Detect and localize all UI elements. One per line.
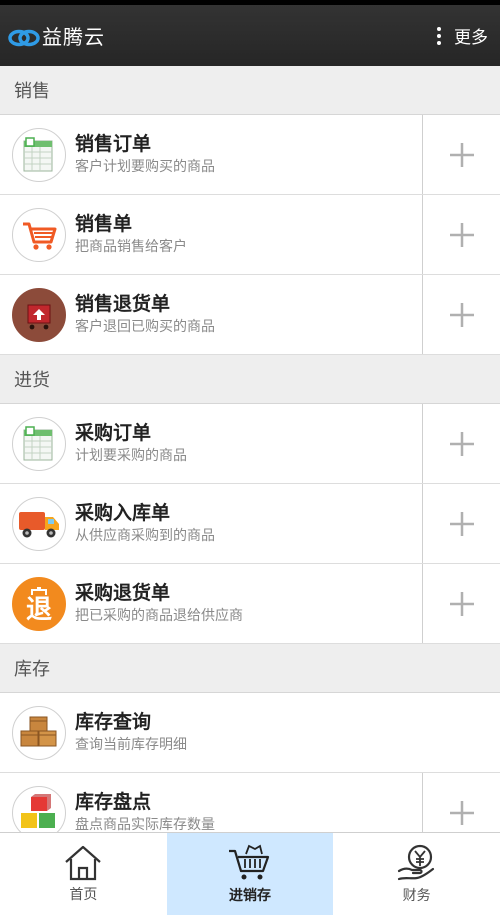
tab-home[interactable]: 首页 — [0, 833, 167, 915]
item-subtitle: 客户计划要购买的商品 — [75, 159, 215, 175]
item-subtitle: 计划要采购的商品 — [75, 448, 187, 464]
item-subtitle: 把已采购的商品退给供应商 — [75, 608, 243, 624]
list-item: 采购订单 计划要采购的商品 — [0, 404, 500, 484]
sales-return-item[interactable]: 销售退货单 客户退回已购买的商品 — [0, 275, 423, 354]
list-item: 退 采购退货单 把已采购的商品退给供应商 — [0, 564, 500, 644]
add-sales-return-button[interactable] — [423, 275, 500, 354]
shopping-cart-icon — [12, 207, 66, 262]
item-subtitle: 从供应商采购到的商品 — [75, 528, 215, 544]
return-cart-icon — [12, 287, 66, 342]
add-stock-take-button[interactable] — [423, 773, 500, 832]
list-item: 销售单 把商品销售给客户 — [0, 195, 500, 275]
inventory-query-item[interactable]: 库存查询 查询当前库存明细 — [0, 693, 500, 772]
plus-icon — [449, 302, 474, 327]
tab-label: 进销存 — [229, 888, 271, 904]
stock-take-item[interactable]: 库存盘点 盘点商品实际库存数量 — [0, 773, 423, 832]
sales-slip-item[interactable]: 销售单 把商品销售给客户 — [0, 195, 423, 274]
item-subtitle: 盘点商品实际库存数量 — [75, 817, 215, 832]
app-title: 益腾云 — [42, 25, 105, 49]
item-subtitle: 客户退回已购买的商品 — [75, 319, 215, 335]
item-title: 库存盘点 — [75, 791, 152, 813]
section-header-inventory: 库存 — [0, 644, 500, 693]
purchase-order-item[interactable]: 采购订单 计划要采购的商品 — [0, 404, 423, 483]
more-label: 更多 — [454, 28, 488, 48]
item-title: 采购退货单 — [75, 582, 171, 604]
add-purchase-receipt-button[interactable] — [423, 484, 500, 563]
item-title: 库存查询 — [75, 711, 152, 733]
return-badge-icon: 退 — [12, 576, 66, 631]
plus-icon — [449, 222, 474, 247]
yen-hand-icon — [397, 844, 434, 881]
tab-label: 财务 — [402, 888, 431, 904]
plus-icon — [449, 431, 474, 456]
item-title: 采购入库单 — [75, 502, 171, 524]
sales-order-item[interactable]: 销售订单 客户计划要购买的商品 — [0, 115, 423, 194]
tab-label: 首页 — [69, 887, 98, 903]
tab-finance[interactable]: 财务 — [333, 833, 500, 915]
add-sales-order-button[interactable] — [423, 115, 500, 194]
item-title: 采购订单 — [75, 422, 152, 444]
tab-inventory-trade[interactable]: 进销存 — [166, 833, 334, 915]
more-menu-button[interactable]: 更多 — [436, 5, 488, 66]
overflow-dots-icon — [436, 26, 442, 45]
item-title: 销售单 — [75, 213, 133, 235]
app-header: 益腾云 更多 — [0, 5, 500, 66]
list-item: 销售退货单 客户退回已购买的商品 — [0, 275, 500, 355]
list-item: 库存盘点 盘点商品实际库存数量 — [0, 773, 500, 832]
list-item: 采购入库单 从供应商采购到的商品 — [0, 484, 500, 564]
delivery-truck-icon — [12, 496, 66, 551]
home-icon — [65, 845, 102, 881]
item-subtitle: 把商品销售给客户 — [75, 239, 187, 255]
stacked-cubes-icon — [12, 785, 66, 832]
purchase-return-item[interactable]: 退 采购退货单 把已采购的商品退给供应商 — [0, 564, 423, 643]
item-title: 销售退货单 — [75, 293, 171, 315]
plus-icon — [449, 800, 474, 825]
plus-icon — [449, 142, 474, 167]
plus-icon — [449, 591, 474, 616]
spreadsheet-icon — [12, 127, 66, 182]
plus-icon — [449, 511, 474, 536]
section-header-sales: 销售 — [0, 66, 500, 115]
add-sales-slip-button[interactable] — [423, 195, 500, 274]
item-title: 销售订单 — [75, 133, 152, 155]
bottom-navigation: 首页 进销存 财务 — [0, 832, 500, 915]
cloud-logo-icon — [8, 29, 40, 46]
menu-list[interactable]: 销售 销售订单 客户计划要购买的商品 销售单 把商品销售给客户 销售退货单 客户… — [0, 66, 500, 832]
item-subtitle: 查询当前库存明细 — [75, 737, 187, 753]
list-item: 销售订单 客户计划要购买的商品 — [0, 115, 500, 195]
section-header-purchase: 进货 — [0, 355, 500, 404]
boxes-icon — [12, 705, 66, 760]
add-purchase-return-button[interactable] — [423, 564, 500, 643]
list-item: 库存查询 查询当前库存明细 — [0, 693, 500, 773]
add-purchase-order-button[interactable] — [423, 404, 500, 483]
return-badge-text: 退 — [25, 594, 52, 625]
basket-icon — [229, 844, 270, 880]
spreadsheet-icon — [12, 416, 66, 471]
purchase-receipt-item[interactable]: 采购入库单 从供应商采购到的商品 — [0, 484, 423, 563]
